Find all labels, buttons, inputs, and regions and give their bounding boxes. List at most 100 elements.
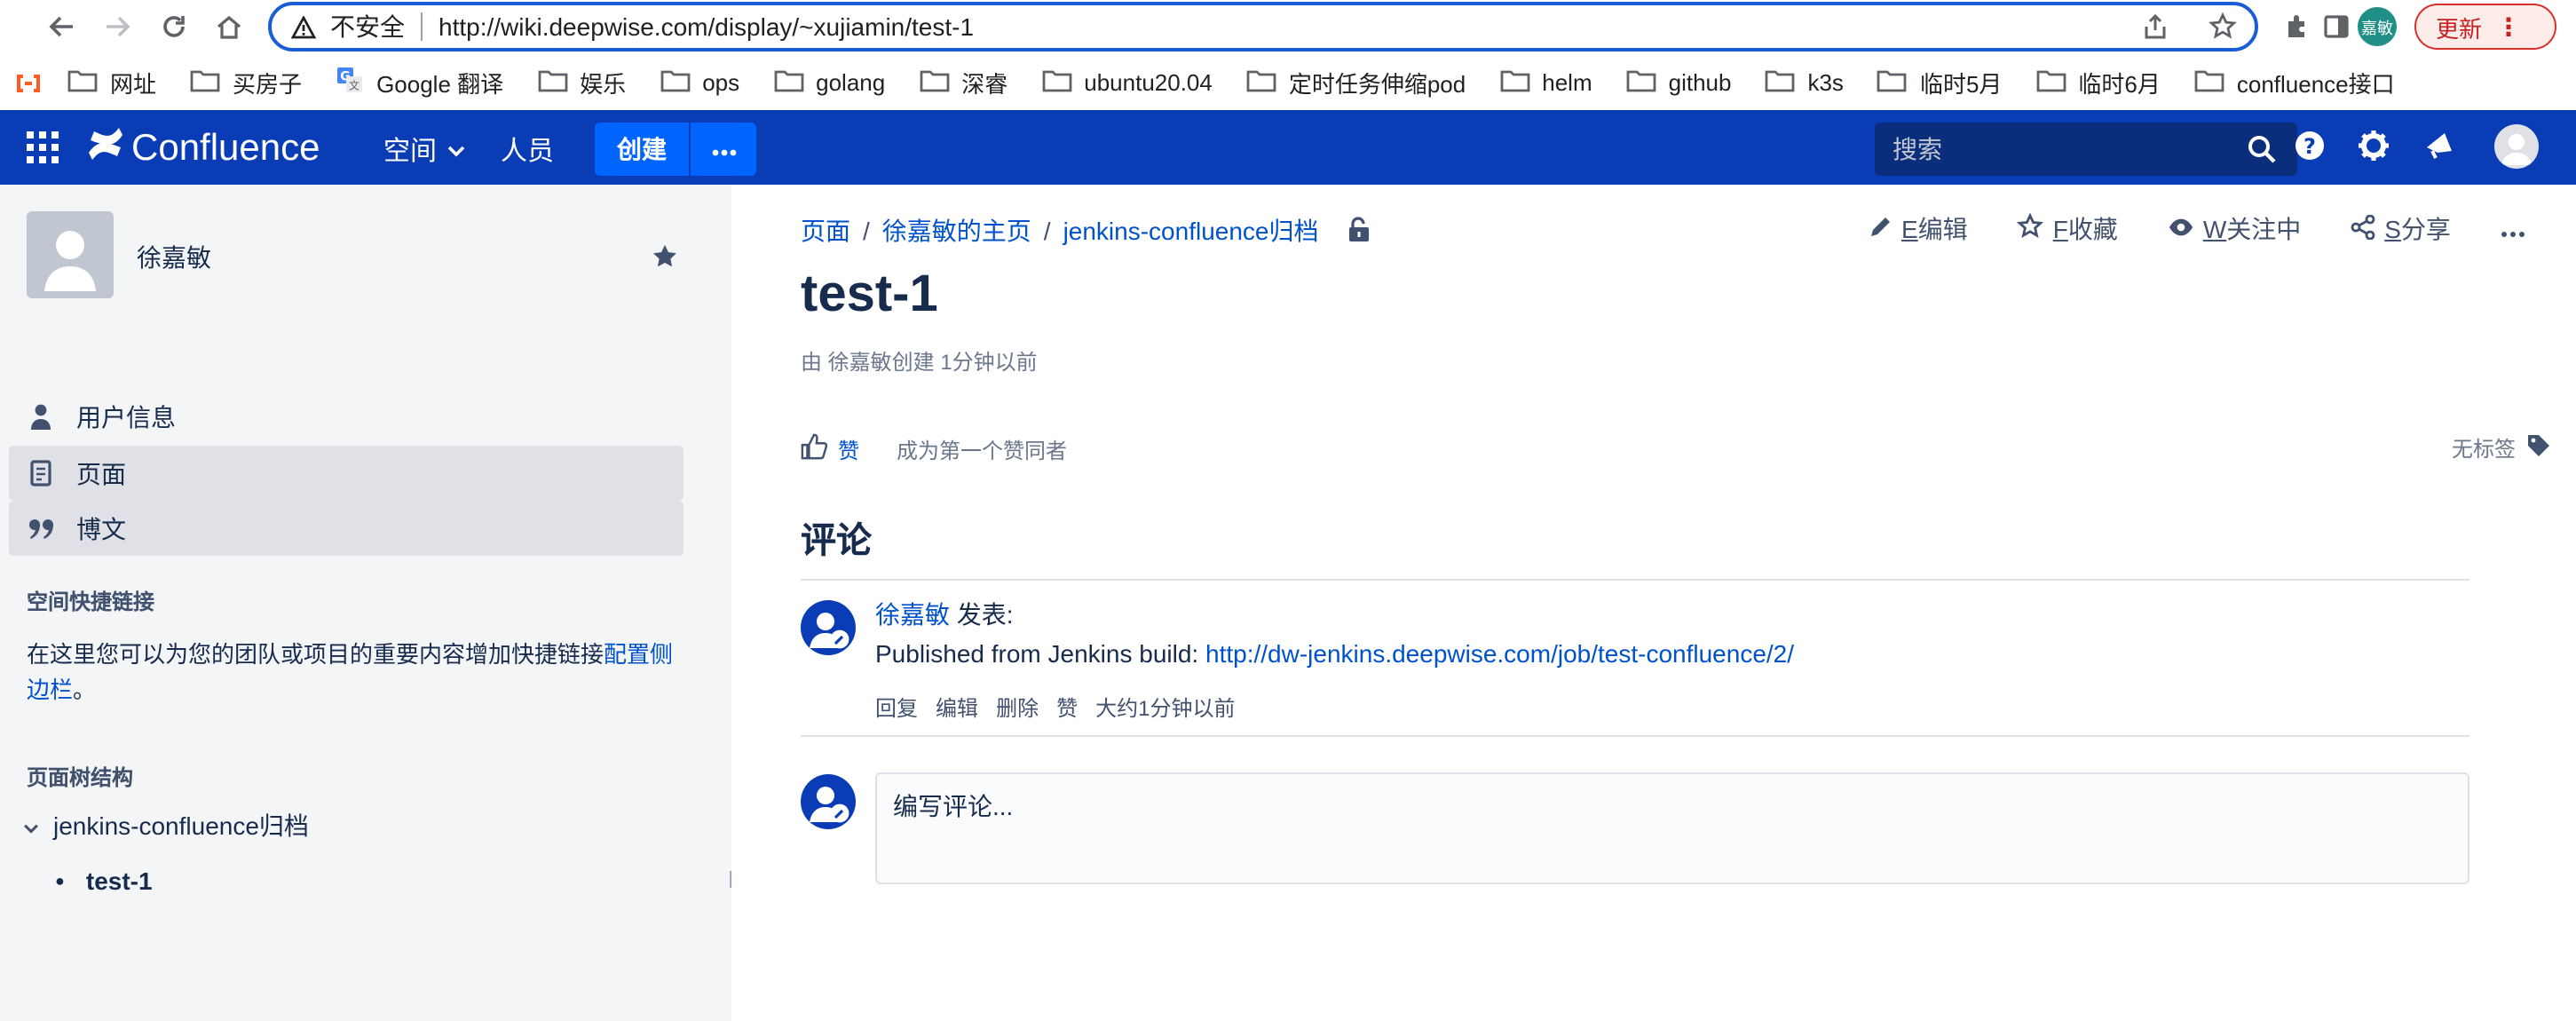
update-button[interactable]: 更新 ⋮ — [2414, 4, 2556, 50]
bookmark-item[interactable]: G 文 Google 翻译 — [336, 66, 503, 99]
more-actions-button[interactable] — [2501, 215, 2536, 243]
chevron-down-icon[interactable] — [23, 811, 39, 840]
bookmark-label: 深睿 — [961, 71, 1008, 98]
labels-area: 无标签 — [2402, 433, 2576, 463]
bookmark-item[interactable]: github — [1626, 67, 1731, 98]
bookmark-item[interactable]: 临时6月 — [2035, 66, 2161, 99]
tree-item-parent[interactable]: jenkins-confluence归档 — [23, 808, 309, 843]
sidebar-item-blog[interactable]: 博文 — [9, 501, 684, 556]
bookmark-item[interactable]: 临时5月 — [1877, 66, 2002, 99]
address-bar[interactable]: 不安全 http://wiki.deepwise.com/display/~xu… — [268, 2, 2258, 51]
edit-shortcut-key: E — [1901, 215, 1918, 243]
comment-author-link[interactable]: 徐嘉敏 — [875, 600, 950, 629]
browser-toolbar: 不安全 http://wiki.deepwise.com/display/~xu… — [0, 0, 2576, 55]
bookmark-label: golang — [816, 69, 886, 96]
help-icon[interactable]: ? — [2294, 130, 2326, 162]
page-actions: E 编辑 F 收藏 W 关注中 S 分享 — [1868, 211, 2536, 247]
url-text[interactable]: http://wiki.deepwise.com/display/~xujiam… — [439, 12, 974, 41]
edit-button[interactable]: E 编辑 — [1868, 211, 1968, 247]
comment-like-button[interactable]: 赞 — [1056, 693, 1078, 723]
bookmark-item[interactable]: 定时任务伸缩pod — [1246, 66, 1466, 99]
bookmark-item[interactable]: k3s — [1765, 67, 1844, 98]
insecure-label: 不安全 — [330, 12, 405, 41]
side-panel-icon[interactable] — [2317, 7, 2356, 46]
bookmark-item[interactable]: 深睿 — [919, 66, 1007, 99]
space-avatar[interactable] — [27, 211, 114, 298]
search-placeholder: 搜索 — [1892, 135, 1942, 163]
folder-icon — [1041, 67, 1071, 98]
comment-timestamp[interactable]: 大约1分钟以前 — [1095, 693, 1235, 723]
tag-icon[interactable] — [2526, 433, 2551, 463]
watch-button[interactable]: W 关注中 — [2168, 211, 2301, 247]
breadcrumb-item[interactable]: 页面 — [801, 213, 850, 249]
back-icon[interactable] — [43, 7, 82, 46]
breadcrumb-separator: / — [863, 217, 870, 245]
bookmark-label: 娱乐 — [580, 71, 627, 98]
settings-gear-icon[interactable] — [2358, 130, 2390, 162]
bookmark-item[interactable]: confluence接口 — [2194, 66, 2395, 99]
nav-spaces[interactable]: 空间 — [383, 131, 465, 169]
forward-icon[interactable] — [98, 7, 137, 46]
update-button-label: 更新 — [2436, 15, 2483, 42]
comment-reply-button[interactable]: 回复 — [875, 693, 918, 723]
breadcrumb-item[interactable]: 徐嘉敏的主页 — [882, 213, 1031, 249]
bookmark-item[interactable]: 买房子 — [190, 66, 302, 99]
app-switcher-icon[interactable] — [27, 131, 59, 163]
comment-delete-button[interactable]: 删除 — [996, 693, 1039, 723]
sidebar-item-user-info[interactable]: 用户信息 — [9, 389, 684, 444]
favourite-star-icon[interactable] — [652, 243, 678, 279]
bookmark-item[interactable]: 网址 — [67, 66, 156, 99]
bookmark-item[interactable]: 娱乐 — [537, 66, 626, 99]
profile-avatar[interactable]: 嘉敏 — [2358, 7, 2397, 46]
extensions-icon[interactable] — [2278, 7, 2317, 46]
page-byline: 由 徐嘉敏创建 1分钟以前 — [801, 350, 1038, 375]
bookmark-label: Google 翻译 — [376, 71, 504, 98]
user-avatar[interactable] — [2494, 124, 2539, 169]
folder-icon — [1499, 67, 1529, 98]
share-button[interactable]: S 分享 — [2351, 211, 2451, 247]
search-input[interactable]: 搜索 — [1875, 123, 2297, 176]
bookmark-item[interactable]: golang — [773, 67, 885, 98]
bookmark-label: 网址 — [110, 71, 157, 98]
folder-icon — [2035, 67, 2066, 98]
space-owner-name[interactable]: 徐嘉敏 — [137, 240, 211, 275]
notifications-megaphone-icon[interactable] — [2423, 130, 2455, 162]
nav-people[interactable]: 人员 — [501, 131, 554, 169]
comment-header: 徐嘉敏 发表: — [875, 597, 1014, 632]
folder-icon — [1626, 67, 1656, 98]
folder-icon — [190, 67, 220, 98]
comment-editor[interactable]: 编写评论... — [875, 772, 2469, 884]
comment-actions: 回复 编辑 删除 赞 大约1分钟以前 — [875, 693, 1236, 723]
shortcuts-period: 。 — [73, 677, 97, 703]
comment-body-text: Published from Jenkins build: — [875, 639, 1205, 668]
create-button[interactable]: 创建 — [595, 123, 689, 176]
comment-author-avatar[interactable] — [801, 600, 856, 655]
breadcrumb-item[interactable]: jenkins-confluence归档 — [1063, 213, 1319, 249]
space-sidebar: 徐嘉敏 用户信息 页面 博文 空间快捷链接 在这里您可以为您的团队或项目的重要内… — [0, 185, 731, 1021]
sidebar-item-label: 页面 — [76, 459, 126, 487]
bookmark-item[interactable]: helm — [1499, 67, 1592, 98]
unlock-icon[interactable] — [1347, 216, 1371, 246]
tree-item-current[interactable]: ● test-1 — [55, 867, 153, 895]
url-separator — [421, 12, 423, 41]
reload-icon[interactable] — [154, 7, 194, 46]
jenkins-build-link[interactable]: http://dw-jenkins.deepwise.com/job/test-… — [1205, 639, 1794, 668]
bookmark-star-icon[interactable] — [2209, 12, 2237, 46]
bookmark-app-icon[interactable] — [14, 68, 43, 97]
favourite-button[interactable]: F 收藏 — [2017, 211, 2118, 247]
share-page-icon[interactable] — [2141, 12, 2169, 46]
home-icon[interactable] — [209, 7, 249, 46]
warning-icon — [291, 15, 316, 38]
google-translate-icon: G文 — [336, 66, 364, 99]
bookmark-item[interactable]: ops — [660, 67, 739, 98]
folder-icon — [67, 67, 98, 98]
thumbs-up-icon[interactable] — [801, 433, 828, 465]
like-button[interactable]: 赞 — [838, 434, 859, 464]
sidebar-item-pages[interactable]: 页面 — [9, 446, 684, 501]
create-more-button[interactable] — [691, 123, 756, 176]
comments-heading: 评论 — [801, 522, 872, 561]
confluence-logo[interactable]: Confluence — [87, 126, 320, 170]
bookmark-item[interactable]: ubuntu20.04 — [1041, 67, 1213, 98]
comment-edit-button[interactable]: 编辑 — [936, 693, 978, 723]
svg-text:?: ? — [2303, 134, 2316, 159]
